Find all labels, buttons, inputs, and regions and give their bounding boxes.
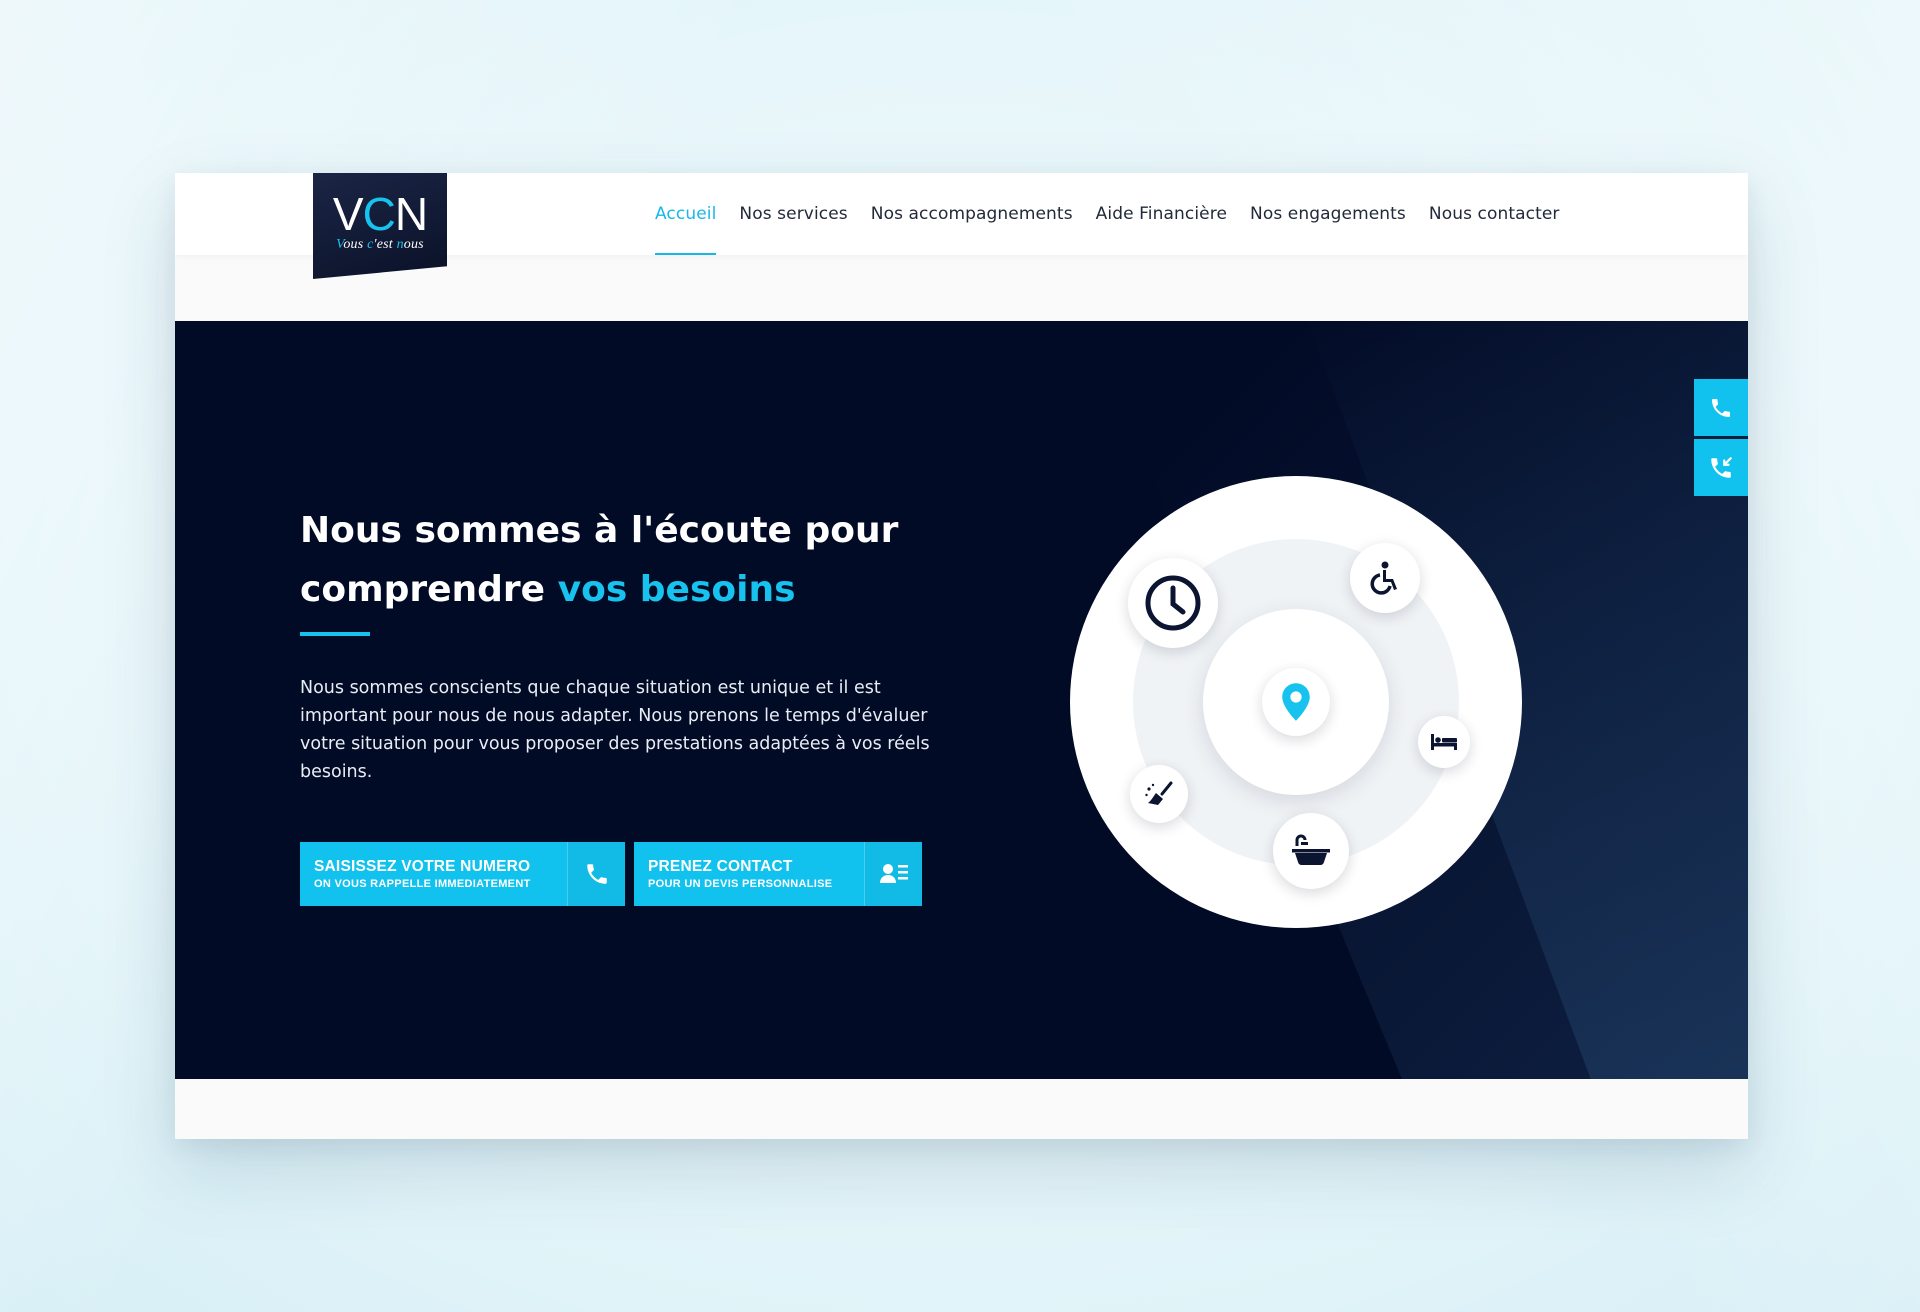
contact-quote-button[interactable]: PRENEZ CONTACT POUR UN DEVIS PERSONNALIS… <box>634 842 922 906</box>
nav-item-nous-contacter[interactable]: Nous contacter <box>1429 173 1560 255</box>
title-underline <box>300 632 370 636</box>
phone-icon <box>1712 398 1730 417</box>
clock-icon <box>1128 558 1218 648</box>
main-nav: Accueil Nos services Nos accompagnements… <box>655 173 1583 255</box>
logo-tagline: Vous c'est nous <box>336 237 424 252</box>
callback-button-label: SAISISSEZ VOTRE NUMERO <box>314 858 531 875</box>
side-call-button[interactable] <box>1694 379 1748 436</box>
nav-item-nos-engagements[interactable]: Nos engagements <box>1250 173 1406 255</box>
nav-item-aide-financiere[interactable]: Aide Financière <box>1096 173 1227 255</box>
hero-title-accent: vos besoins <box>557 569 796 610</box>
nav-item-accueil[interactable]: Accueil <box>655 173 717 255</box>
hero-paragraph: Nous sommes conscients que chaque situat… <box>300 678 930 782</box>
hero-section: Nous sommes à l'écoute pour comprendre v… <box>175 321 1748 1079</box>
contact-card-icon <box>864 842 922 906</box>
hero-title: Nous sommes à l'écoute pour comprendre v… <box>300 510 899 610</box>
phone-icon <box>567 842 625 906</box>
wheelchair-icon <box>1350 543 1420 613</box>
side-contact-buttons <box>1694 379 1748 499</box>
nav-item-nos-services[interactable]: Nos services <box>739 173 847 255</box>
website-frame: Accueil Nos services Nos accompagnements… <box>175 173 1748 1139</box>
logo-wordmark: VCN <box>332 188 428 240</box>
side-callback-button[interactable] <box>1694 439 1748 496</box>
phone-callback-icon <box>1711 456 1732 478</box>
map-pin-icon <box>1262 668 1330 736</box>
site-logo[interactable]: VCN Vous c'est nous <box>313 173 447 279</box>
contact-button-sublabel: POUR UN DEVIS PERSONNALISE <box>648 878 833 890</box>
bed-icon <box>1418 716 1470 768</box>
next-section-strip <box>175 1079 1748 1139</box>
callback-button-sublabel: ON VOUS RAPPELLE IMMEDIATEMENT <box>314 878 531 890</box>
cleaning-broom-icon <box>1130 765 1188 823</box>
contact-button-label: PRENEZ CONTACT <box>648 858 793 875</box>
callback-button[interactable]: SAISISSEZ VOTRE NUMERO ON VOUS RAPPELLE … <box>300 842 625 906</box>
nav-item-nos-accompagnements[interactable]: Nos accompagnements <box>871 173 1073 255</box>
bathtub-icon <box>1273 813 1349 889</box>
